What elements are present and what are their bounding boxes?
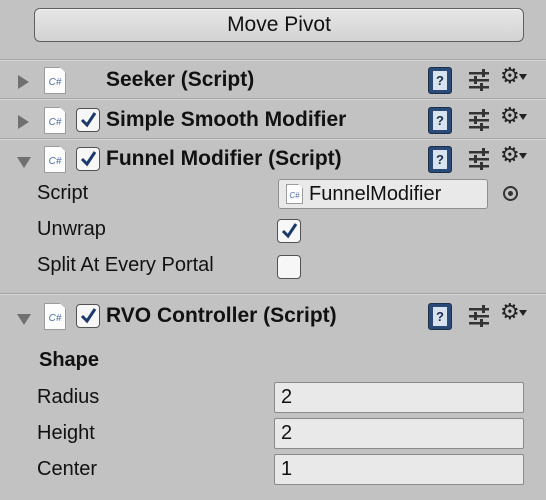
chevron-down-icon bbox=[519, 114, 527, 120]
unwrap-checkbox[interactable] bbox=[277, 219, 301, 243]
radius-field[interactable]: 2 bbox=[274, 382, 524, 413]
separator bbox=[0, 138, 546, 140]
center-field[interactable]: 1 bbox=[274, 454, 524, 485]
csharp-script-icon: C# bbox=[44, 303, 66, 330]
center-label: Center bbox=[37, 458, 98, 480]
component-header-simple-smooth[interactable]: C# Simple Smooth Modifier ⚙ bbox=[0, 102, 546, 140]
object-picker-icon[interactable] bbox=[503, 186, 518, 201]
split-at-every-portal-label: Split At Every Portal bbox=[37, 254, 214, 276]
unwrap-label: Unwrap bbox=[37, 218, 106, 240]
foldout-expanded-icon[interactable] bbox=[17, 314, 31, 325]
split-at-every-portal-checkbox[interactable] bbox=[277, 255, 301, 279]
radius-label: Radius bbox=[37, 386, 100, 408]
foldout-collapsed-icon[interactable] bbox=[18, 75, 29, 89]
foldout-expanded-icon[interactable] bbox=[17, 157, 31, 168]
help-book-icon[interactable] bbox=[428, 146, 452, 173]
csharp-script-icon: C# bbox=[44, 67, 66, 94]
help-book-icon[interactable] bbox=[428, 67, 452, 94]
presets-icon[interactable] bbox=[468, 305, 490, 327]
component-title: Seeker (Script) bbox=[106, 68, 255, 91]
script-label: Script bbox=[37, 182, 89, 204]
presets-icon[interactable] bbox=[468, 148, 490, 170]
component-enable-checkbox[interactable] bbox=[76, 147, 100, 171]
script-object-value: FunnelModifier bbox=[309, 182, 442, 205]
component-header-seeker[interactable]: C# Seeker (Script) ⚙ bbox=[0, 62, 546, 100]
csharp-script-icon: C# bbox=[44, 146, 66, 173]
component-title: RVO Controller (Script) bbox=[106, 304, 337, 327]
help-book-icon[interactable] bbox=[428, 303, 452, 330]
checkmark-icon bbox=[281, 223, 298, 239]
help-book-icon[interactable] bbox=[428, 107, 452, 134]
component-enable-checkbox[interactable] bbox=[76, 108, 100, 132]
separator bbox=[0, 98, 546, 100]
csharp-script-icon: C# bbox=[286, 184, 303, 204]
height-field[interactable]: 2 bbox=[274, 418, 524, 449]
separator bbox=[0, 293, 546, 295]
presets-icon[interactable] bbox=[468, 69, 490, 91]
gear-icon[interactable]: ⚙ bbox=[500, 145, 520, 167]
checkmark-icon bbox=[80, 112, 97, 128]
component-title: Funnel Modifier (Script) bbox=[106, 147, 342, 170]
component-title: Simple Smooth Modifier bbox=[106, 108, 347, 131]
component-header-rvo[interactable]: C# RVO Controller (Script) ⚙ bbox=[0, 298, 546, 336]
checkmark-icon bbox=[80, 151, 97, 167]
shape-section-title: Shape bbox=[39, 349, 100, 371]
foldout-collapsed-icon[interactable] bbox=[18, 115, 29, 129]
gear-icon[interactable]: ⚙ bbox=[500, 106, 520, 128]
chevron-down-icon bbox=[519, 310, 527, 316]
height-label: Height bbox=[37, 422, 95, 444]
checkmark-icon bbox=[80, 308, 97, 324]
gear-icon[interactable]: ⚙ bbox=[500, 302, 520, 324]
component-enable-checkbox[interactable] bbox=[76, 304, 100, 328]
component-header-funnel[interactable]: C# Funnel Modifier (Script) ⚙ bbox=[0, 141, 546, 179]
presets-icon[interactable] bbox=[468, 109, 490, 131]
csharp-script-icon: C# bbox=[44, 107, 66, 134]
chevron-down-icon bbox=[519, 74, 527, 80]
chevron-down-icon bbox=[519, 153, 527, 159]
move-pivot-button[interactable]: Move Pivot bbox=[34, 8, 524, 42]
script-object-field[interactable]: C# FunnelModifier bbox=[278, 179, 488, 209]
separator bbox=[0, 59, 546, 61]
gear-icon[interactable]: ⚙ bbox=[500, 66, 520, 88]
